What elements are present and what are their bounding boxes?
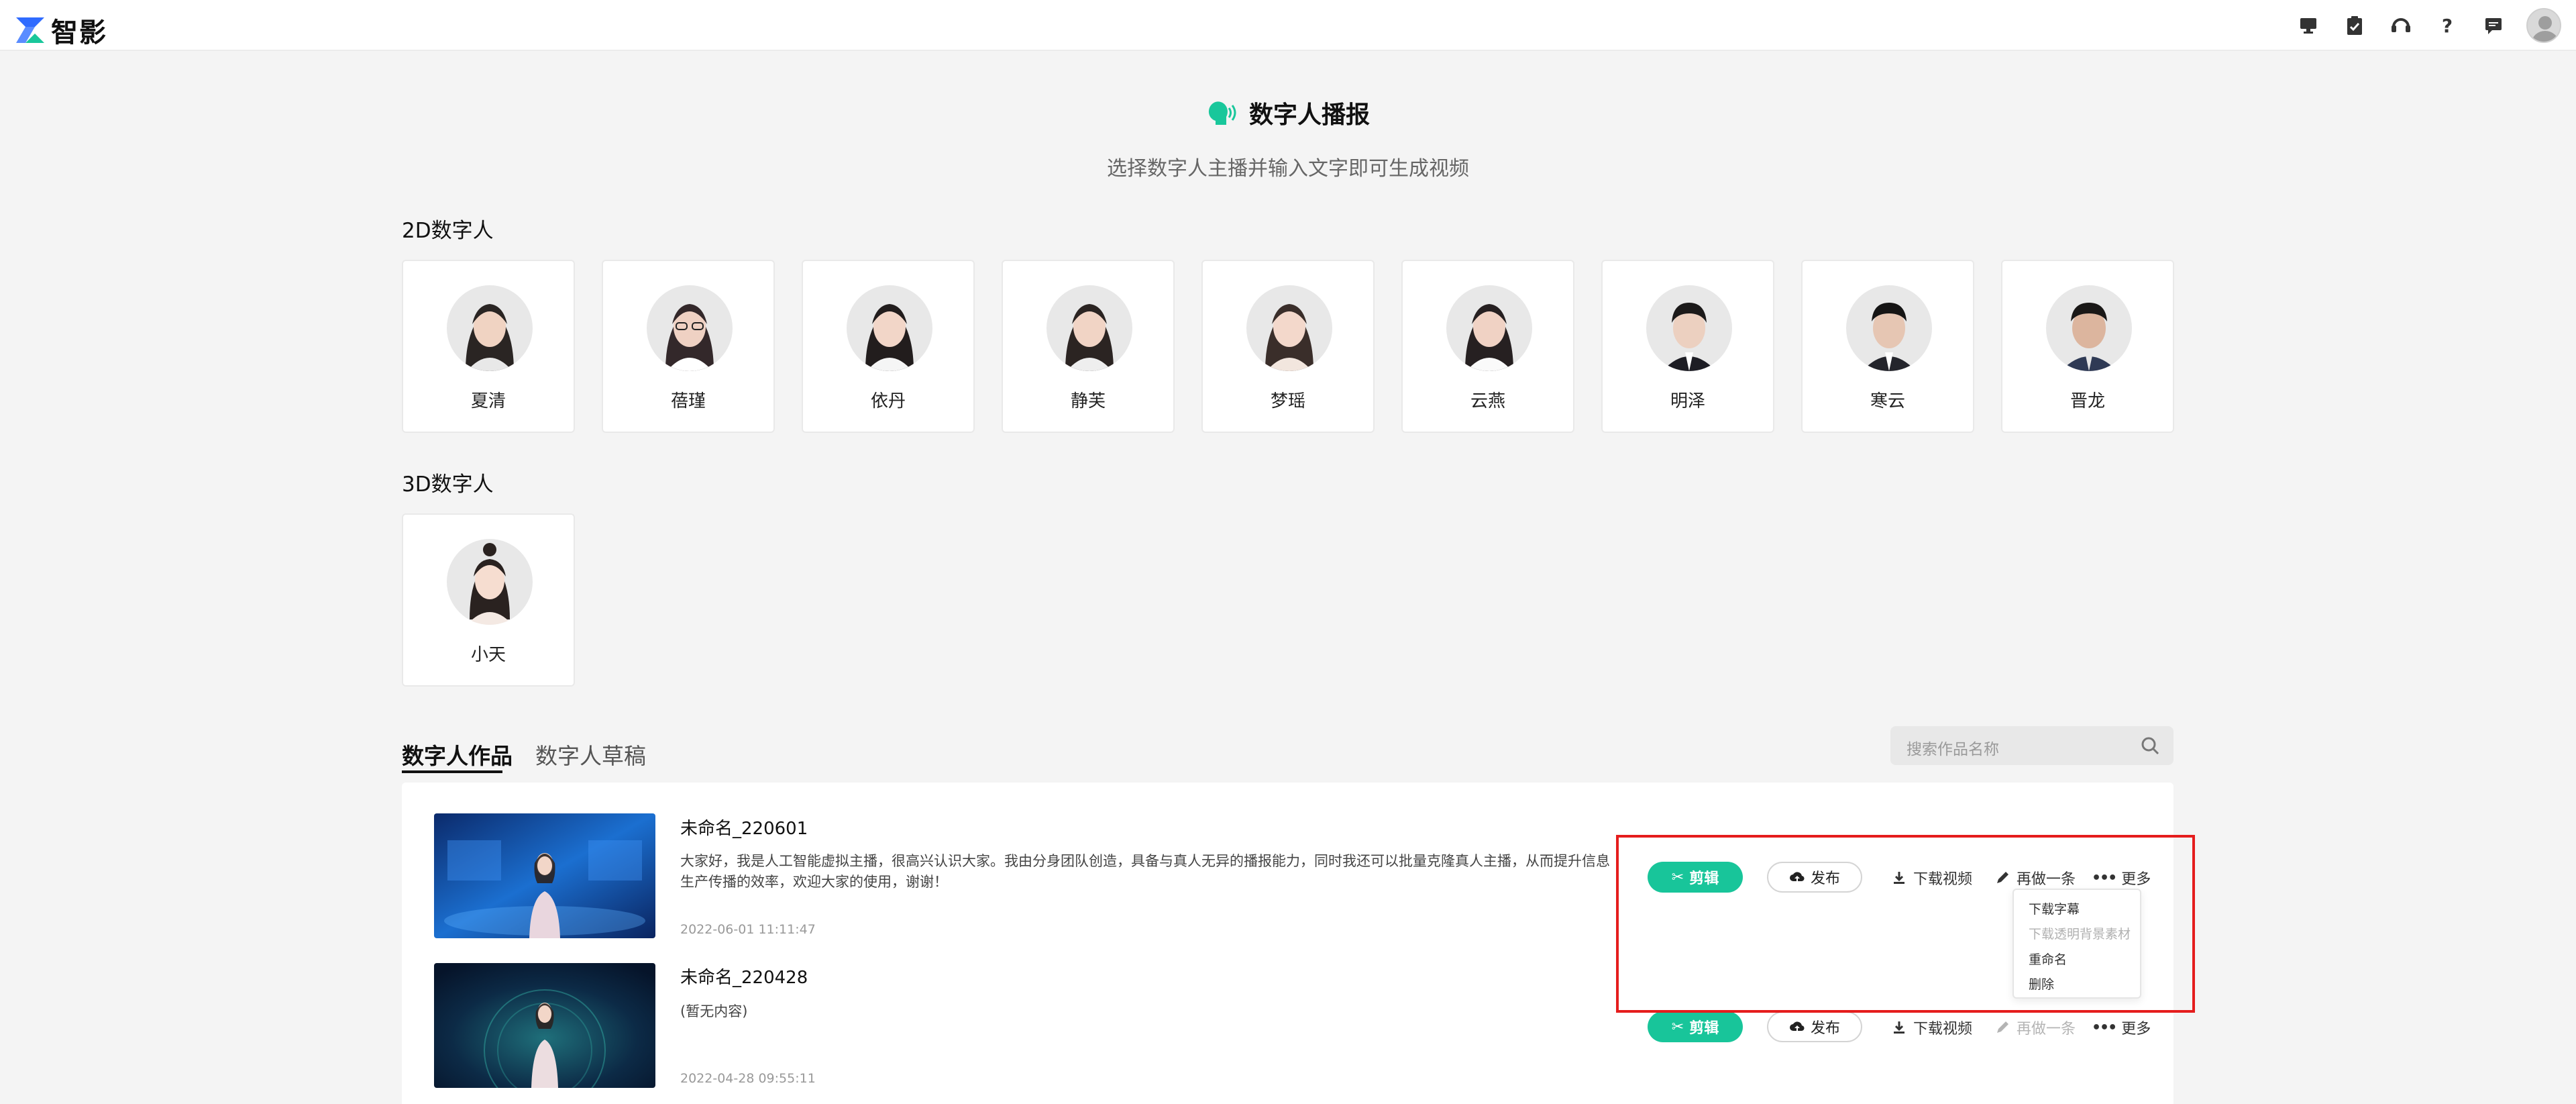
upload-cloud-icon bbox=[1789, 1021, 1805, 1032]
logo-text: 智影 bbox=[51, 17, 107, 48]
more-button[interactable]: ••• 更多 bbox=[2092, 1017, 2151, 1038]
avatar-card[interactable]: 寒云 bbox=[1801, 260, 1974, 433]
pencil-icon bbox=[1997, 1021, 2008, 1033]
tab-drafts[interactable]: 数字人草稿 bbox=[535, 738, 646, 770]
avatar-portrait bbox=[1646, 285, 1732, 371]
work-description-line: (暂无内容) bbox=[680, 1003, 748, 1019]
avatar-portrait bbox=[1846, 285, 1932, 371]
work-title[interactable]: 未命名_220428 bbox=[680, 964, 808, 989]
avatar-portrait bbox=[447, 285, 533, 371]
avatar-name: 寒云 bbox=[1870, 391, 1905, 411]
redo-label: 再做一条 bbox=[2017, 1021, 2076, 1038]
avatar-name: 晋龙 bbox=[2070, 391, 2105, 411]
work-title[interactable]: 未命名_220601 bbox=[680, 815, 808, 840]
top-bar: 智影 ? bbox=[0, 0, 2576, 51]
avatar-name: 小天 bbox=[470, 645, 506, 665]
work-description-line: 大家好，我是人工智能虚拟主播，很高兴认识大家。我由分身团队创造，具备与真人无异的… bbox=[680, 853, 1610, 869]
logo-icon bbox=[16, 17, 44, 43]
more-dots-icon: ••• bbox=[2092, 1019, 2117, 1036]
avatar-portrait bbox=[647, 285, 733, 371]
avatar-portrait bbox=[1246, 285, 1332, 371]
avatar-name: 夏清 bbox=[470, 391, 506, 411]
avatar-card[interactable]: 明泽 bbox=[1601, 260, 1774, 433]
avatar-name: 静芙 bbox=[1070, 391, 1106, 411]
avatar-name: 明泽 bbox=[1670, 391, 1705, 411]
work-thumbnail[interactable] bbox=[434, 813, 655, 938]
monitor-icon[interactable] bbox=[2298, 15, 2319, 36]
search-box[interactable]: 搜索作品名称 bbox=[1890, 726, 2174, 765]
work-thumbnail[interactable] bbox=[434, 963, 655, 1088]
avatar-name: 梦瑶 bbox=[1270, 391, 1305, 411]
avatar-card[interactable]: 梦瑶 bbox=[1201, 260, 1375, 433]
page-header: 数字人播报 bbox=[0, 95, 2576, 130]
publish-button[interactable]: 发布 bbox=[1767, 1011, 1862, 1042]
avatar-portrait bbox=[447, 539, 533, 625]
avatar-card[interactable]: 夏清 bbox=[402, 260, 575, 433]
highlight-annotation-box bbox=[1616, 835, 2195, 1013]
section-2d-label: 2D数字人 bbox=[402, 219, 494, 243]
app-logo[interactable]: 智影 bbox=[15, 11, 107, 50]
section-3d-label: 3D数字人 bbox=[402, 472, 494, 497]
edit-button[interactable]: ✂ 剪辑 bbox=[1648, 1011, 1743, 1042]
publish-label: 发布 bbox=[1810, 1020, 1840, 1037]
work-description: 大家好，我是人工智能虚拟主播，很高兴认识大家。我由分身团队创造，具备与真人无异的… bbox=[680, 851, 1619, 893]
search-icon[interactable] bbox=[2140, 736, 2160, 756]
work-timestamp: 2022-04-28 09:55:11 bbox=[680, 1071, 816, 1086]
active-tab-indicator bbox=[402, 770, 502, 773]
help-icon[interactable]: ? bbox=[2436, 15, 2458, 37]
download-label: 下载视频 bbox=[1913, 1021, 1973, 1038]
download-icon bbox=[1894, 1021, 1904, 1034]
headset-icon[interactable] bbox=[2390, 15, 2412, 36]
avatar-portrait bbox=[1046, 285, 1132, 371]
avatar-name: 依丹 bbox=[870, 391, 906, 411]
avatar-card[interactable]: 蓓瑾 bbox=[602, 260, 775, 433]
work-description-line: 生产传播的效率，欢迎大家的使用，谢谢！ bbox=[680, 874, 948, 890]
edit-label: 剪辑 bbox=[1689, 1020, 1719, 1037]
download-video-button[interactable]: 下载视频 bbox=[1892, 1017, 1972, 1038]
avatar-name: 云燕 bbox=[1470, 391, 1505, 411]
work-timestamp: 2022-06-01 11:11:47 bbox=[680, 922, 816, 937]
speaking-head-icon bbox=[1208, 101, 1236, 125]
avatar-card[interactable]: 静芙 bbox=[1002, 260, 1175, 433]
page-subtitle: 选择数字人主播并输入文字即可生成视频 bbox=[1107, 157, 1469, 181]
page-title: 数字人播报 bbox=[1248, 101, 1370, 129]
user-avatar[interactable] bbox=[2526, 8, 2561, 43]
redo-button: 再做一条 bbox=[1995, 1017, 2076, 1038]
avatar-card[interactable]: 云燕 bbox=[1401, 260, 1574, 433]
avatar-name: 蓓瑾 bbox=[670, 391, 706, 411]
avatar-card[interactable]: 小天 bbox=[402, 513, 575, 687]
search-input[interactable]: 搜索作品名称 bbox=[1907, 736, 1999, 759]
clipboard-check-icon[interactable] bbox=[2344, 15, 2365, 36]
avatar-portrait bbox=[2046, 285, 2132, 371]
scissors-icon: ✂ bbox=[1671, 1018, 1684, 1036]
message-icon[interactable] bbox=[2483, 15, 2504, 36]
avatar-card[interactable]: 依丹 bbox=[802, 260, 975, 433]
avatar-portrait bbox=[847, 285, 932, 371]
avatar-portrait bbox=[1446, 285, 1532, 371]
tab-works[interactable]: 数字人作品 bbox=[402, 738, 513, 770]
more-label: 更多 bbox=[2121, 1021, 2151, 1038]
work-description: (暂无内容) bbox=[680, 1001, 1619, 1022]
avatar-card[interactable]: 晋龙 bbox=[2001, 260, 2174, 433]
